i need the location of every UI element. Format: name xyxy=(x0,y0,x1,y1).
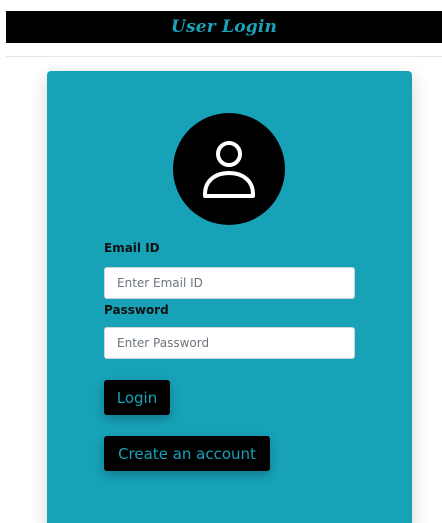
email-label: Email ID xyxy=(104,241,160,255)
password-label: Password xyxy=(104,303,169,317)
avatar xyxy=(173,113,285,225)
page-title: User Login xyxy=(170,17,278,37)
email-input[interactable] xyxy=(104,267,355,299)
create-account-button[interactable]: Create an account xyxy=(104,436,270,471)
password-input[interactable] xyxy=(104,327,355,359)
login-button[interactable]: Login xyxy=(104,380,170,415)
header-bar: User Login xyxy=(6,11,442,43)
header-divider xyxy=(6,56,442,57)
user-icon xyxy=(203,141,255,198)
login-card: Email ID Password Login Create an accoun… xyxy=(47,71,412,523)
login-page: User Login Email ID Password Login Creat… xyxy=(0,0,442,523)
